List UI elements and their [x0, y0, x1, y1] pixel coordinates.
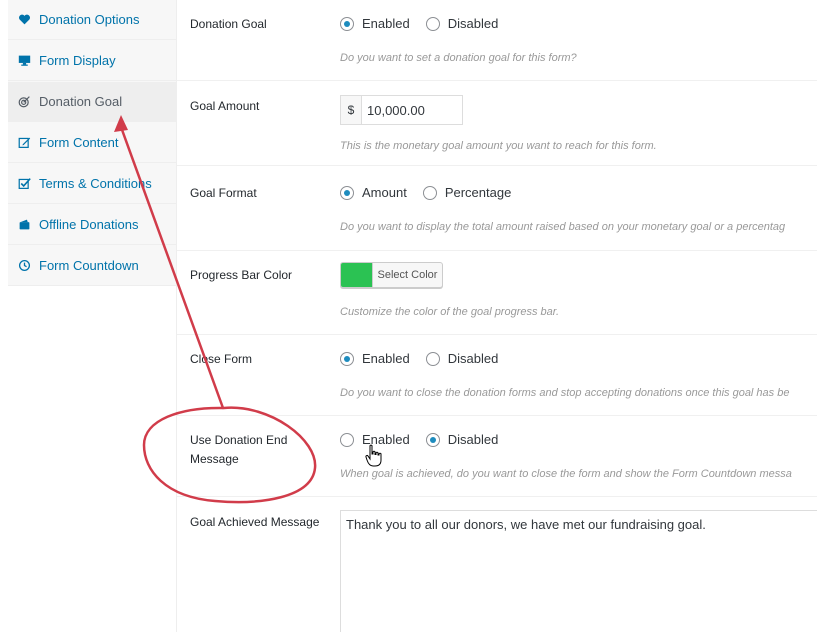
- row-donation-goal: Donation Goal Enabled Disabled Do you wa…: [177, 0, 817, 81]
- goal-format-amount-radio[interactable]: Amount: [340, 185, 407, 200]
- radio-indicator: [422, 185, 437, 200]
- radio-label: Disabled: [447, 16, 499, 31]
- close-form-disabled-radio[interactable]: Disabled: [425, 351, 499, 366]
- color-swatch: [341, 263, 373, 287]
- radio-label: Amount: [362, 185, 407, 200]
- heart-icon: [17, 13, 31, 27]
- radio-label: Enabled: [362, 351, 410, 366]
- field-description: Customize the color of the goal progress…: [340, 306, 560, 318]
- radio-indicator: [340, 351, 354, 366]
- field-label: Goal Format: [190, 186, 257, 200]
- row-goal-amount: Goal Amount This is the monetary goal am…: [177, 81, 817, 166]
- radio-indicator: [340, 432, 354, 447]
- use-end-message-disabled-radio[interactable]: Disabled: [425, 432, 499, 447]
- goal-amount-input-group: $: [340, 95, 463, 125]
- clock-icon: [17, 259, 31, 273]
- sidebar-item-donation-goal[interactable]: Donation Goal: [8, 82, 176, 122]
- radio-label: Disabled: [447, 351, 499, 366]
- hand-cursor-icon: [365, 444, 382, 467]
- row-close-form: Close Form Enabled Disabled Do you want …: [177, 335, 817, 416]
- wallet-icon: [17, 218, 31, 232]
- row-goal-format: Goal Format Amount Percentage Do you wan…: [177, 166, 817, 251]
- radio-indicator: [425, 432, 440, 447]
- desktop-icon: [17, 54, 31, 68]
- sidebar-item-offline-donations[interactable]: Offline Donations: [8, 205, 176, 245]
- donation-goal-enabled-radio[interactable]: Enabled: [340, 16, 410, 31]
- sidebar-item-label: Form Countdown: [39, 258, 139, 273]
- currency-symbol: $: [341, 96, 362, 124]
- field-label: Progress Bar Color: [190, 268, 293, 282]
- sidebar-item-label: Terms & Conditions: [39, 176, 152, 191]
- checkbox-icon: [17, 177, 31, 191]
- radio-indicator: [425, 351, 440, 366]
- sidebar-item-label: Donation Goal: [39, 94, 123, 109]
- goal-format-radio-group: Amount Percentage: [340, 185, 527, 200]
- radio-indicator: [340, 185, 354, 200]
- field-description: This is the monetary goal amount you wan…: [340, 140, 657, 152]
- sidebar-item-terms-conditions[interactable]: Terms & Conditions: [8, 164, 176, 204]
- sidebar-item-form-countdown[interactable]: Form Countdown: [8, 246, 176, 286]
- sidebar-item-donation-options[interactable]: Donation Options: [8, 0, 176, 40]
- radio-label: Disabled: [447, 432, 499, 447]
- donation-goal-radio-group: Enabled Disabled: [340, 16, 514, 31]
- field-description: Do you want to display the total amount …: [340, 221, 786, 233]
- close-form-enabled-radio[interactable]: Enabled: [340, 351, 410, 366]
- donation-goal-disabled-radio[interactable]: Disabled: [425, 16, 499, 31]
- sidebar-item-form-content[interactable]: Form Content: [8, 123, 176, 163]
- radio-label: Enabled: [362, 16, 410, 31]
- sidebar-item-label: Offline Donations: [39, 217, 139, 232]
- select-color-button[interactable]: Select Color: [340, 262, 443, 288]
- goal-achieved-message-textarea[interactable]: Thank you to all our donors, we have met…: [340, 510, 817, 632]
- radio-indicator: [340, 16, 354, 31]
- sidebar-item-label: Donation Options: [39, 12, 140, 27]
- field-description: When goal is achieved, do you want to cl…: [340, 468, 792, 480]
- select-color-label: Select Color: [377, 269, 438, 281]
- edit-icon: [17, 136, 31, 150]
- radio-label: Percentage: [444, 185, 512, 200]
- field-label: Donation Goal: [190, 17, 267, 31]
- field-label: Use Donation End Message: [190, 433, 288, 466]
- settings-panel: Donation Goal Enabled Disabled Do you wa…: [177, 0, 817, 632]
- goal-format-percentage-radio[interactable]: Percentage: [422, 185, 512, 200]
- page: Donation Options Form Display Donation G…: [0, 0, 817, 632]
- goal-amount-input[interactable]: [362, 96, 462, 124]
- close-form-radio-group: Enabled Disabled: [340, 351, 514, 366]
- target-icon: [17, 95, 31, 109]
- field-label: Goal Amount: [190, 99, 260, 113]
- field-description: Do you want to close the donation forms …: [340, 387, 790, 399]
- sidebar-item-form-display[interactable]: Form Display: [8, 41, 176, 81]
- radio-indicator: [425, 16, 440, 31]
- sidebar-item-label: Form Content: [39, 135, 119, 150]
- row-use-donation-end-message: Use Donation End Message Enabled Disable…: [177, 416, 817, 497]
- field-label: Close Form: [190, 352, 253, 366]
- sidebar-item-label: Form Display: [39, 53, 116, 68]
- field-description: Do you want to set a donation goal for t…: [340, 52, 577, 64]
- settings-sidebar: Donation Options Form Display Donation G…: [8, 0, 177, 286]
- row-progress-bar-color: Progress Bar Color Customize the color o…: [177, 251, 817, 335]
- field-label: Goal Achieved Message: [190, 515, 320, 529]
